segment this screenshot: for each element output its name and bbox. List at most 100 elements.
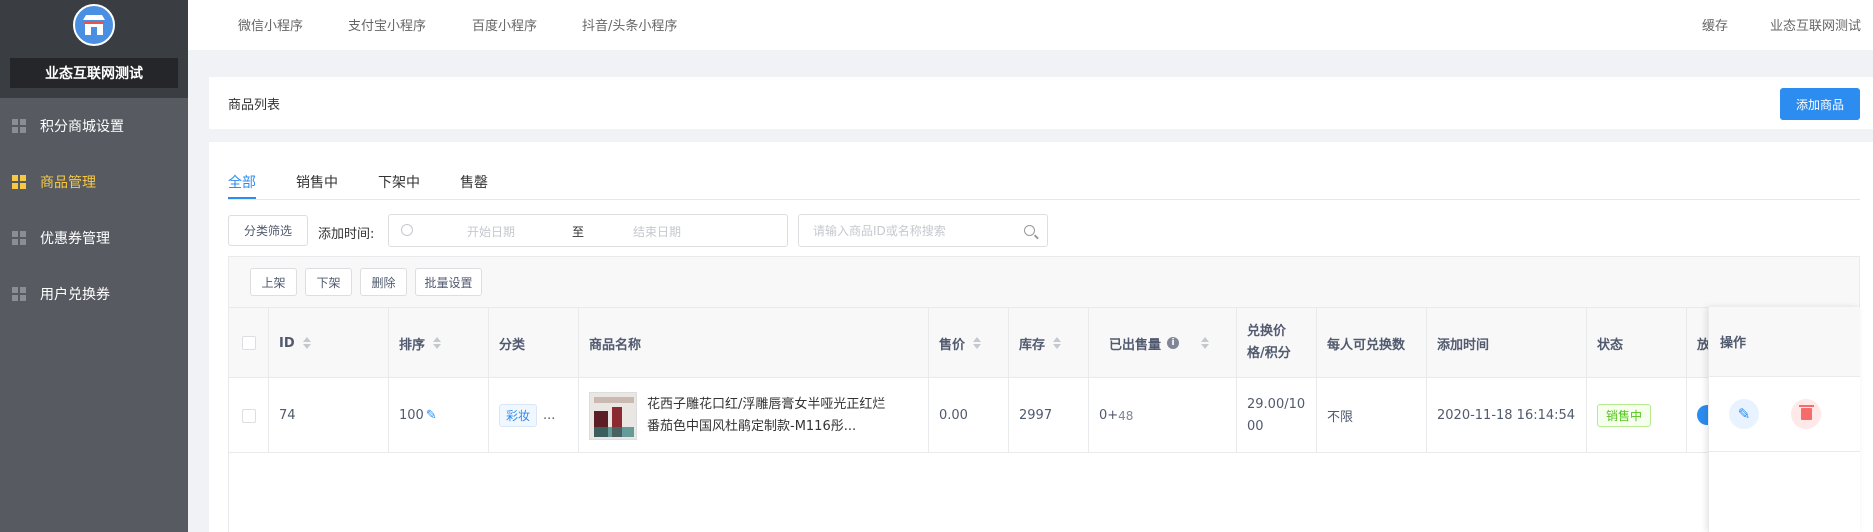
header-select-cell: [229, 308, 269, 378]
header-label: 格/积分: [1247, 346, 1291, 361]
start-date-input[interactable]: 开始日期: [467, 223, 515, 240]
grid-icon: [12, 175, 26, 189]
product-thumbnail[interactable]: [589, 391, 637, 440]
active-tab-indicator: [228, 197, 256, 199]
edit-sort-icon[interactable]: ✎: [426, 408, 437, 423]
add-product-button[interactable]: 添加商品: [1780, 88, 1860, 120]
sort-icon[interactable]: [1201, 337, 1210, 349]
batch-toolbar: 上架 下架 删除 批量设置: [228, 256, 1860, 308]
top-bar: 微信小程序 支付宝小程序 百度小程序 抖音/头条小程序 缓存 业态互联网测试: [188, 0, 1873, 50]
sidebar-item-label: 商品管理: [40, 175, 96, 191]
info-icon[interactable]: i: [1167, 337, 1180, 349]
sidebar-item-coupon-management[interactable]: 优惠券管理: [0, 210, 188, 266]
header-label: 售价: [939, 337, 966, 353]
sold-extra: 48: [1118, 408, 1134, 423]
sort-icon[interactable]: [433, 337, 442, 349]
take-off-shelf-button[interactable]: 下架: [305, 268, 352, 296]
date-range-picker[interactable]: 开始日期 至 结束日期: [388, 214, 788, 247]
row-checkbox[interactable]: [241, 408, 256, 423]
column-header-sold[interactable]: 已出售量 i: [1089, 308, 1237, 378]
status-tabs: 全部 销售中 下架中 售罄: [228, 170, 1860, 200]
cell-id: 74: [269, 378, 389, 453]
tab-on-sale[interactable]: 销售中: [296, 172, 338, 192]
header-label: 兑换价: [1247, 324, 1287, 339]
sort-icon[interactable]: [302, 337, 311, 349]
tab-all[interactable]: 全部: [228, 172, 256, 192]
action-column: 操作 ✎: [1708, 307, 1860, 532]
sold-base: 0+: [1099, 408, 1119, 423]
column-header-time: 添加时间: [1427, 308, 1587, 378]
select-all-checkbox[interactable]: [241, 336, 256, 350]
search-input[interactable]: [813, 222, 1013, 240]
sidebar-item-points-mall-settings[interactable]: 积分商城设置: [0, 98, 188, 154]
brand: 业态互联网测试: [0, 0, 188, 98]
action-row: ✎: [1709, 377, 1860, 452]
status-badge: 销售中: [1597, 404, 1652, 427]
tab-sold-out[interactable]: 售罄: [460, 172, 488, 192]
brand-name: 业态互联网测试: [10, 58, 178, 88]
topnav-wechat[interactable]: 微信小程序: [238, 15, 303, 34]
topnav-alipay[interactable]: 支付宝小程序: [348, 15, 426, 34]
delete-row-button[interactable]: [1791, 399, 1821, 429]
list-on-shelf-button[interactable]: 上架: [250, 268, 297, 296]
column-header-sort[interactable]: 排序: [389, 308, 489, 378]
header-label: 每人可兑换数: [1327, 337, 1406, 353]
cache-link[interactable]: 缓存: [1702, 15, 1728, 34]
sidebar-item-label: 优惠券管理: [40, 231, 110, 247]
header-label: 已出售量: [1109, 337, 1162, 353]
cell-price: 0.00: [929, 378, 1009, 453]
batch-settings-button[interactable]: 批量设置: [415, 268, 482, 296]
column-header-category: 分类: [489, 308, 579, 378]
cell-limit: 不限: [1317, 378, 1427, 453]
cell-sort: 100 ✎: [389, 378, 489, 453]
grid-icon: [12, 119, 26, 133]
header-label: ID: [279, 335, 295, 351]
topnav-douyin[interactable]: 抖音/头条小程序: [582, 15, 677, 34]
table-row: 74 100 ✎ 彩妆 ... 花西子雕花口红/浮雕唇膏女半哑光正红烂番茄色中国风…: [229, 378, 1859, 453]
table-header: ID 排序 分类 商品名称 售价 库存 已出售量 i 兑换价 格/积分 每人可兑换…: [229, 308, 1859, 378]
search-box: [798, 214, 1048, 247]
header-label: 库存: [1019, 337, 1046, 353]
grid-icon: [12, 231, 26, 245]
topnav-baidu[interactable]: 百度小程序: [472, 15, 537, 34]
trash-icon: [1798, 405, 1814, 420]
search-icon[interactable]: [1024, 225, 1035, 236]
column-header-name: 商品名称: [579, 308, 929, 378]
tab-label: 全部: [228, 175, 256, 191]
header-label: 商品名称: [589, 337, 642, 353]
tab-off-shelf[interactable]: 下架中: [378, 172, 420, 192]
date-filter-label: 添加时间:: [318, 227, 375, 242]
end-date-input[interactable]: 结束日期: [633, 223, 681, 240]
edit-button[interactable]: ✎: [1729, 399, 1759, 429]
page-title: 商品列表: [228, 98, 281, 113]
exchange-line: 00: [1247, 418, 1264, 434]
sidebar: 业态互联网测试 积分商城设置 商品管理 优惠券管理 用户兑换券: [0, 0, 188, 532]
column-header-limit: 每人可兑换数: [1317, 308, 1427, 378]
date-separator: 至: [572, 225, 585, 239]
cell-time: 2020-11-18 16:14:54: [1427, 378, 1587, 453]
cell-product-name: 花西子雕花口红/浮雕唇膏女半哑光正红烂番茄色中国风杜鹃定制款-M116彤...: [579, 378, 929, 453]
exchange-line: 29.00/10: [1247, 396, 1306, 412]
column-header-status: 状态: [1587, 308, 1687, 378]
column-header-id[interactable]: ID: [269, 308, 389, 378]
category-filter-button[interactable]: 分类筛选: [228, 215, 308, 246]
delete-button[interactable]: 删除: [360, 268, 407, 296]
column-header-stock[interactable]: 库存: [1009, 308, 1089, 378]
sidebar-item-label: 积分商城设置: [40, 119, 124, 135]
cell-category: 彩妆 ...: [489, 378, 579, 453]
sort-icon[interactable]: [1053, 337, 1062, 349]
user-name[interactable]: 业态互联网测试: [1770, 15, 1861, 34]
sidebar-item-product-management[interactable]: 商品管理: [0, 154, 188, 210]
sidebar-item-label: 用户兑换券: [40, 287, 110, 303]
sidebar-item-user-vouchers[interactable]: 用户兑换券: [0, 266, 188, 322]
column-header-action: 操作: [1709, 307, 1860, 377]
sort-icon[interactable]: [973, 337, 982, 349]
header-label: 分类: [499, 337, 526, 353]
page-header: 商品列表: [209, 77, 1873, 129]
product-table: ID 排序 分类 商品名称 售价 库存 已出售量 i 兑换价 格/积分 每人可兑换…: [228, 307, 1860, 532]
column-header-price[interactable]: 售价: [929, 308, 1009, 378]
header-label: 添加时间: [1437, 337, 1490, 353]
row-select-cell: [229, 378, 269, 453]
product-name: 花西子雕花口红/浮雕唇膏女半哑光正红烂番茄色中国风杜鹃定制款-M116彤...: [647, 396, 886, 434]
category-tag: 彩妆: [499, 404, 538, 427]
